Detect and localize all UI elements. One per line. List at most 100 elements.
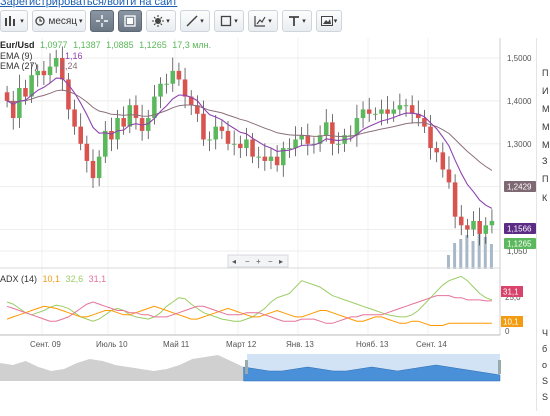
candle-body — [274, 156, 280, 166]
x-tick-label: Март 12 — [226, 340, 257, 349]
clock-icon — [35, 16, 46, 26]
candle-body — [4, 92, 10, 101]
indicators-button[interactable]: ▾ — [146, 10, 176, 32]
zoom-in-icon[interactable]: + — [256, 257, 261, 266]
x-tick-label: Июль 10 — [96, 340, 128, 349]
svg-text:31,1: 31,1 — [503, 288, 519, 297]
chart-type-button[interactable]: ▾ — [0, 10, 28, 32]
side-panel-text: М — [542, 104, 550, 114]
candle-body — [103, 130, 108, 157]
candle-body — [397, 105, 403, 110]
side-panel: ПИМММЗПКЧбоSS — [536, 38, 550, 411]
zoom-out-icon[interactable]: − — [245, 257, 250, 266]
last-price-box: 1,1265 — [504, 238, 536, 249]
shapes-icon — [221, 15, 232, 27]
reset-icon[interactable]: − — [268, 257, 273, 266]
x-tick-label: Сент. 09 — [30, 340, 61, 349]
text-icon — [289, 16, 300, 26]
price-chart[interactable]: 1,50001,40001,30001,20001,10001,050 1,24… — [0, 38, 550, 411]
candle-body — [164, 83, 169, 85]
navigator-handle-left[interactable] — [245, 360, 248, 374]
candle-body — [244, 139, 249, 149]
chart-navigation[interactable]: ◂ − + − ▸ — [227, 254, 289, 268]
y-tick-label: 1,4000 — [507, 97, 532, 106]
bar-chart-icon — [5, 16, 16, 26]
candle-body — [35, 70, 41, 76]
candle-body — [379, 109, 384, 114]
fibonacci-button[interactable]: ▾ — [248, 10, 278, 32]
navigator-handle-right[interactable] — [498, 360, 501, 374]
candle-body — [84, 143, 90, 161]
side-panel-text: П — [542, 174, 549, 184]
indicators-icon — [152, 15, 165, 27]
candle-body — [182, 79, 188, 97]
candle-body — [72, 109, 77, 127]
text-button[interactable]: ▾ — [282, 10, 312, 32]
svg-text:1,1265: 1,1265 — [507, 240, 532, 249]
candle-body — [213, 126, 219, 140]
candle-body — [287, 148, 292, 150]
candle-body — [483, 225, 489, 234]
shapes-button[interactable]: ▾ — [214, 10, 244, 32]
candles-icon — [124, 15, 136, 27]
image-button[interactable]: ▾ — [316, 10, 342, 32]
candle-body — [96, 156, 102, 179]
candle-body — [238, 143, 243, 149]
side-panel-text: М — [542, 140, 550, 150]
candle-body — [17, 88, 22, 119]
scroll-left-icon[interactable]: ◂ — [232, 257, 236, 266]
ema27-legend: EMA (27) 1,24 — [0, 61, 78, 71]
candle-body — [330, 122, 335, 144]
adx-value-box-b: 10,1 — [501, 316, 523, 327]
side-panel-text: о — [542, 360, 548, 370]
candle-body — [176, 70, 182, 80]
candle-body — [428, 126, 433, 149]
crosshair-icon — [96, 15, 108, 27]
volume-bar — [453, 243, 457, 269]
side-panel-text: б — [542, 344, 548, 354]
candle-body — [452, 182, 458, 217]
volume-bar — [465, 235, 469, 269]
candle-body — [170, 70, 176, 84]
x-tick-label: Сент. 14 — [416, 340, 447, 349]
candle-body — [403, 105, 409, 107]
adx-value-box-a: 31,1 — [501, 286, 523, 297]
side-panel-text: И — [542, 86, 549, 96]
candle-body — [391, 109, 396, 114]
ema9-price-box: 1,1566 — [504, 223, 536, 234]
side-panel-text: Ч — [542, 328, 548, 338]
candle-body — [477, 220, 482, 234]
candle-body — [446, 169, 452, 183]
volume-bar — [471, 241, 475, 269]
y-tick-label: 1,3000 — [507, 140, 532, 149]
candle-body — [305, 135, 311, 144]
candle-body — [115, 118, 120, 140]
candle-body — [207, 139, 212, 141]
x-tick-label: Янв. 13 — [286, 340, 314, 349]
image-icon — [320, 16, 333, 26]
draw-line-button[interactable]: ▾ — [180, 10, 210, 32]
volume-bar — [489, 244, 493, 269]
candle-body — [250, 139, 255, 157]
svg-text:10,1: 10,1 — [503, 318, 519, 327]
scroll-right-icon[interactable]: ▸ — [279, 257, 283, 266]
candle-body — [489, 220, 495, 226]
period-select[interactable]: месяц ▾ — [32, 10, 86, 32]
crosshair-button[interactable] — [90, 10, 114, 32]
chart-area[interactable]: 1,50001,40001,30001,20001,10001,050 1,24… — [0, 38, 550, 411]
side-panel-text: К — [542, 193, 548, 203]
candle-body — [121, 118, 126, 127]
adx-tick-0: 0 — [505, 327, 510, 336]
candle-body — [133, 105, 139, 119]
candle-body — [23, 88, 28, 97]
candle-body — [434, 148, 439, 153]
candle-body — [336, 143, 341, 145]
candles-button[interactable] — [118, 10, 142, 32]
candle-body — [231, 143, 237, 145]
register-login-link[interactable]: Зарегистрироваться/войти на сайт — [0, 0, 177, 8]
candle-body — [41, 70, 47, 76]
candle-body — [385, 109, 390, 114]
draw-line-icon — [186, 15, 198, 27]
candle-body — [78, 126, 83, 144]
candle-body — [256, 156, 261, 158]
